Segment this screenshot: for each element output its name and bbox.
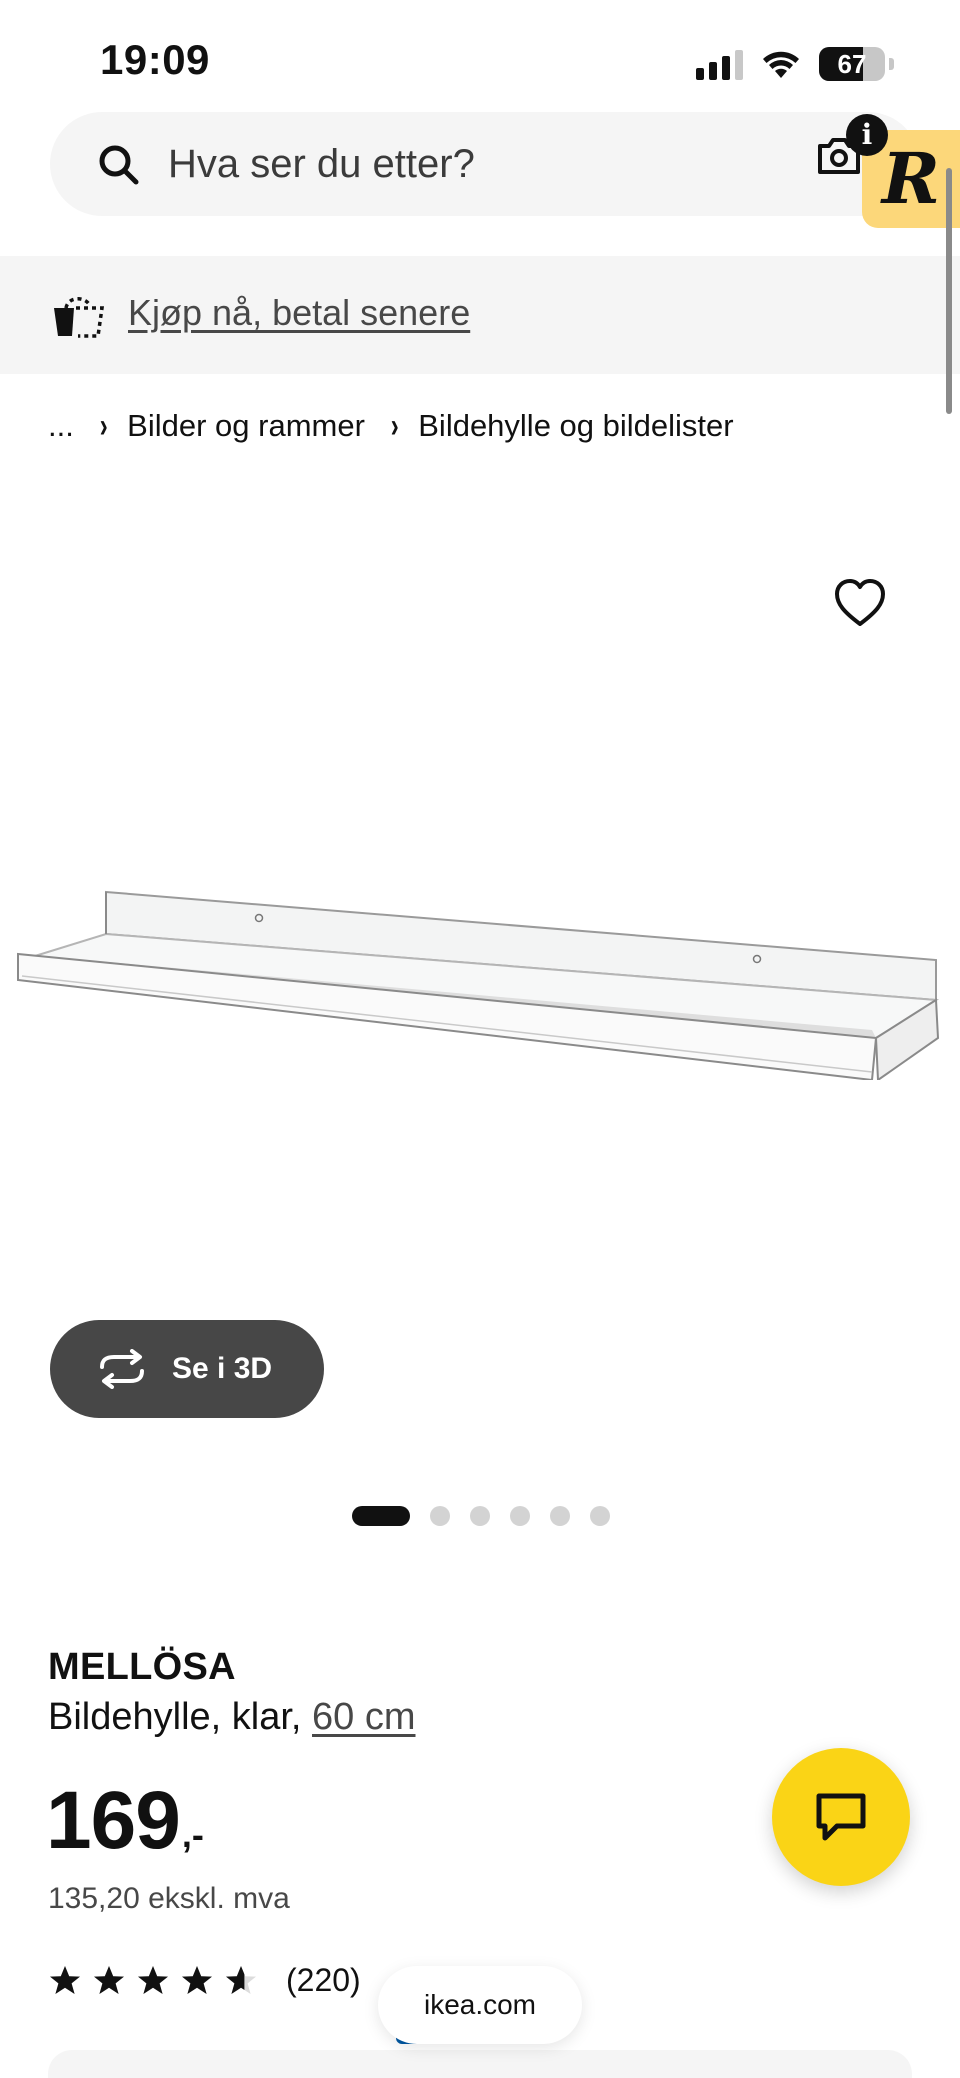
review-count[interactable]: (220) <box>286 1962 361 1999</box>
carousel-dot[interactable] <box>510 1506 530 1526</box>
search-input[interactable] <box>168 134 808 194</box>
chat-bubble-icon <box>816 1793 866 1841</box>
basket-icon <box>54 297 104 338</box>
breadcrumb-ellipsis[interactable]: ... <box>48 408 74 444</box>
carousel-dot[interactable] <box>430 1506 450 1526</box>
cellular-signal-icon <box>696 48 743 80</box>
star-icon <box>182 1965 212 1994</box>
extension-logo-letter: R <box>881 137 941 220</box>
price-main: 169 <box>46 1775 181 1866</box>
carousel-dot[interactable] <box>590 1506 610 1526</box>
product-rating[interactable]: (220) <box>48 1962 361 1999</box>
status-icons: 67 <box>696 44 894 84</box>
view-in-3d-button[interactable]: Se i 3D <box>50 1320 324 1418</box>
heart-icon[interactable] <box>832 576 888 632</box>
promo-banner: Kjøp nå, betal senere <box>0 256 960 374</box>
battery-nub <box>889 58 894 70</box>
carousel-dot[interactable] <box>352 1506 410 1526</box>
breadcrumb-item-pictures-frames[interactable]: Bilder og rammer <box>127 408 365 444</box>
wifi-icon <box>763 51 799 78</box>
product-image[interactable] <box>16 880 944 1080</box>
search-icon[interactable] <box>94 140 144 190</box>
chevron-right-icon: › <box>390 406 399 445</box>
battery-percent: 67 <box>837 48 867 79</box>
star-icon <box>138 1965 168 1994</box>
search-bar[interactable] <box>50 112 920 216</box>
bottom-card <box>48 2050 912 2078</box>
chat-button[interactable] <box>772 1748 910 1886</box>
carousel-dot[interactable] <box>470 1506 490 1526</box>
battery-icon: 67 <box>819 47 885 81</box>
image-carousel-indicator <box>352 1506 610 1526</box>
price-suffix: ,- <box>181 1814 204 1855</box>
product-description-text: Bildehylle, klar, <box>48 1696 313 1738</box>
product-description: Bildehylle, klar, 60 cm <box>48 1696 416 1739</box>
breadcrumb-item-picture-ledges[interactable]: Bildehylle og bildelister <box>418 408 733 444</box>
star-icon <box>50 1965 80 1994</box>
star-icon <box>94 1965 124 1994</box>
info-badge[interactable]: i <box>846 114 888 156</box>
carousel-dot[interactable] <box>550 1506 570 1526</box>
status-time: 19:09 <box>100 36 210 83</box>
product-size-link[interactable]: 60 cm <box>312 1696 415 1738</box>
chevron-right-icon: › <box>99 406 108 445</box>
scrollbar-thumb[interactable] <box>946 168 952 414</box>
star-icon <box>226 1965 256 1994</box>
rotate-3d-icon <box>100 1349 144 1389</box>
rating-stars <box>48 1964 258 1998</box>
product-price: 169 ,- <box>46 1780 204 1862</box>
product-name: MELLÖSA <box>48 1646 236 1688</box>
browser-url-pill[interactable]: ikea.com <box>378 1966 582 2044</box>
price-excluding-vat: 135,20 ekskl. mva <box>48 1882 290 1915</box>
breadcrumb: ... › Bilder og rammer › Bildehylle og b… <box>48 404 734 448</box>
buy-now-pay-later-link[interactable]: Kjøp nå, betal senere <box>128 292 470 334</box>
view-in-3d-label: Se i 3D <box>172 1352 273 1385</box>
